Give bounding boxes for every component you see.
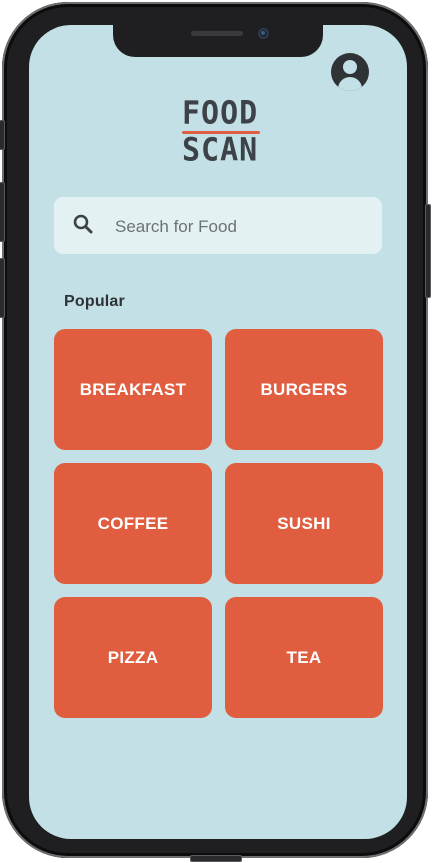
front-camera-icon — [258, 28, 269, 39]
category-label: COFFEE — [97, 513, 169, 533]
category-tile-breakfast[interactable]: BREAKFAST — [54, 329, 212, 450]
app-screen: FOOD SCAN Popular BREAKFAST BURGERS COFF… — [29, 25, 407, 839]
phone-frame: FOOD SCAN Popular BREAKFAST BURGERS COFF… — [0, 2, 431, 862]
logo-line-food: FOOD — [182, 94, 259, 133]
category-label: SUSHI — [277, 513, 331, 533]
category-label: BREAKFAST — [79, 379, 187, 399]
search-input[interactable] — [113, 211, 367, 243]
popular-section-title: Popular — [64, 293, 125, 310]
category-label: PIZZA — [107, 647, 159, 667]
category-grid: BREAKFAST BURGERS COFFEE SUSHI PIZZA TEA — [54, 329, 384, 718]
category-label: TEA — [286, 647, 322, 667]
search-bar[interactable] — [54, 197, 382, 254]
speaker-grille — [191, 31, 243, 36]
user-circle-icon[interactable] — [331, 53, 369, 91]
volume-down-button — [0, 258, 5, 318]
category-label: BURGERS — [260, 379, 348, 399]
notch — [113, 25, 323, 57]
search-icon[interactable] — [73, 214, 93, 234]
app-logo: FOOD SCAN — [182, 94, 260, 170]
profile-head — [343, 60, 357, 74]
category-tile-sushi[interactable]: SUSHI — [225, 463, 383, 584]
category-tile-coffee[interactable]: COFFEE — [54, 463, 212, 584]
mute-switch — [0, 120, 5, 150]
category-tile-burgers[interactable]: BURGERS — [225, 329, 383, 450]
logo-line-scan: SCAN — [182, 131, 259, 170]
power-button — [425, 204, 431, 298]
category-tile-pizza[interactable]: PIZZA — [54, 597, 212, 718]
category-tile-tea[interactable]: TEA — [225, 597, 383, 718]
volume-up-button — [0, 182, 5, 242]
profile-body — [338, 77, 362, 91]
bottom-edge — [190, 855, 242, 862]
